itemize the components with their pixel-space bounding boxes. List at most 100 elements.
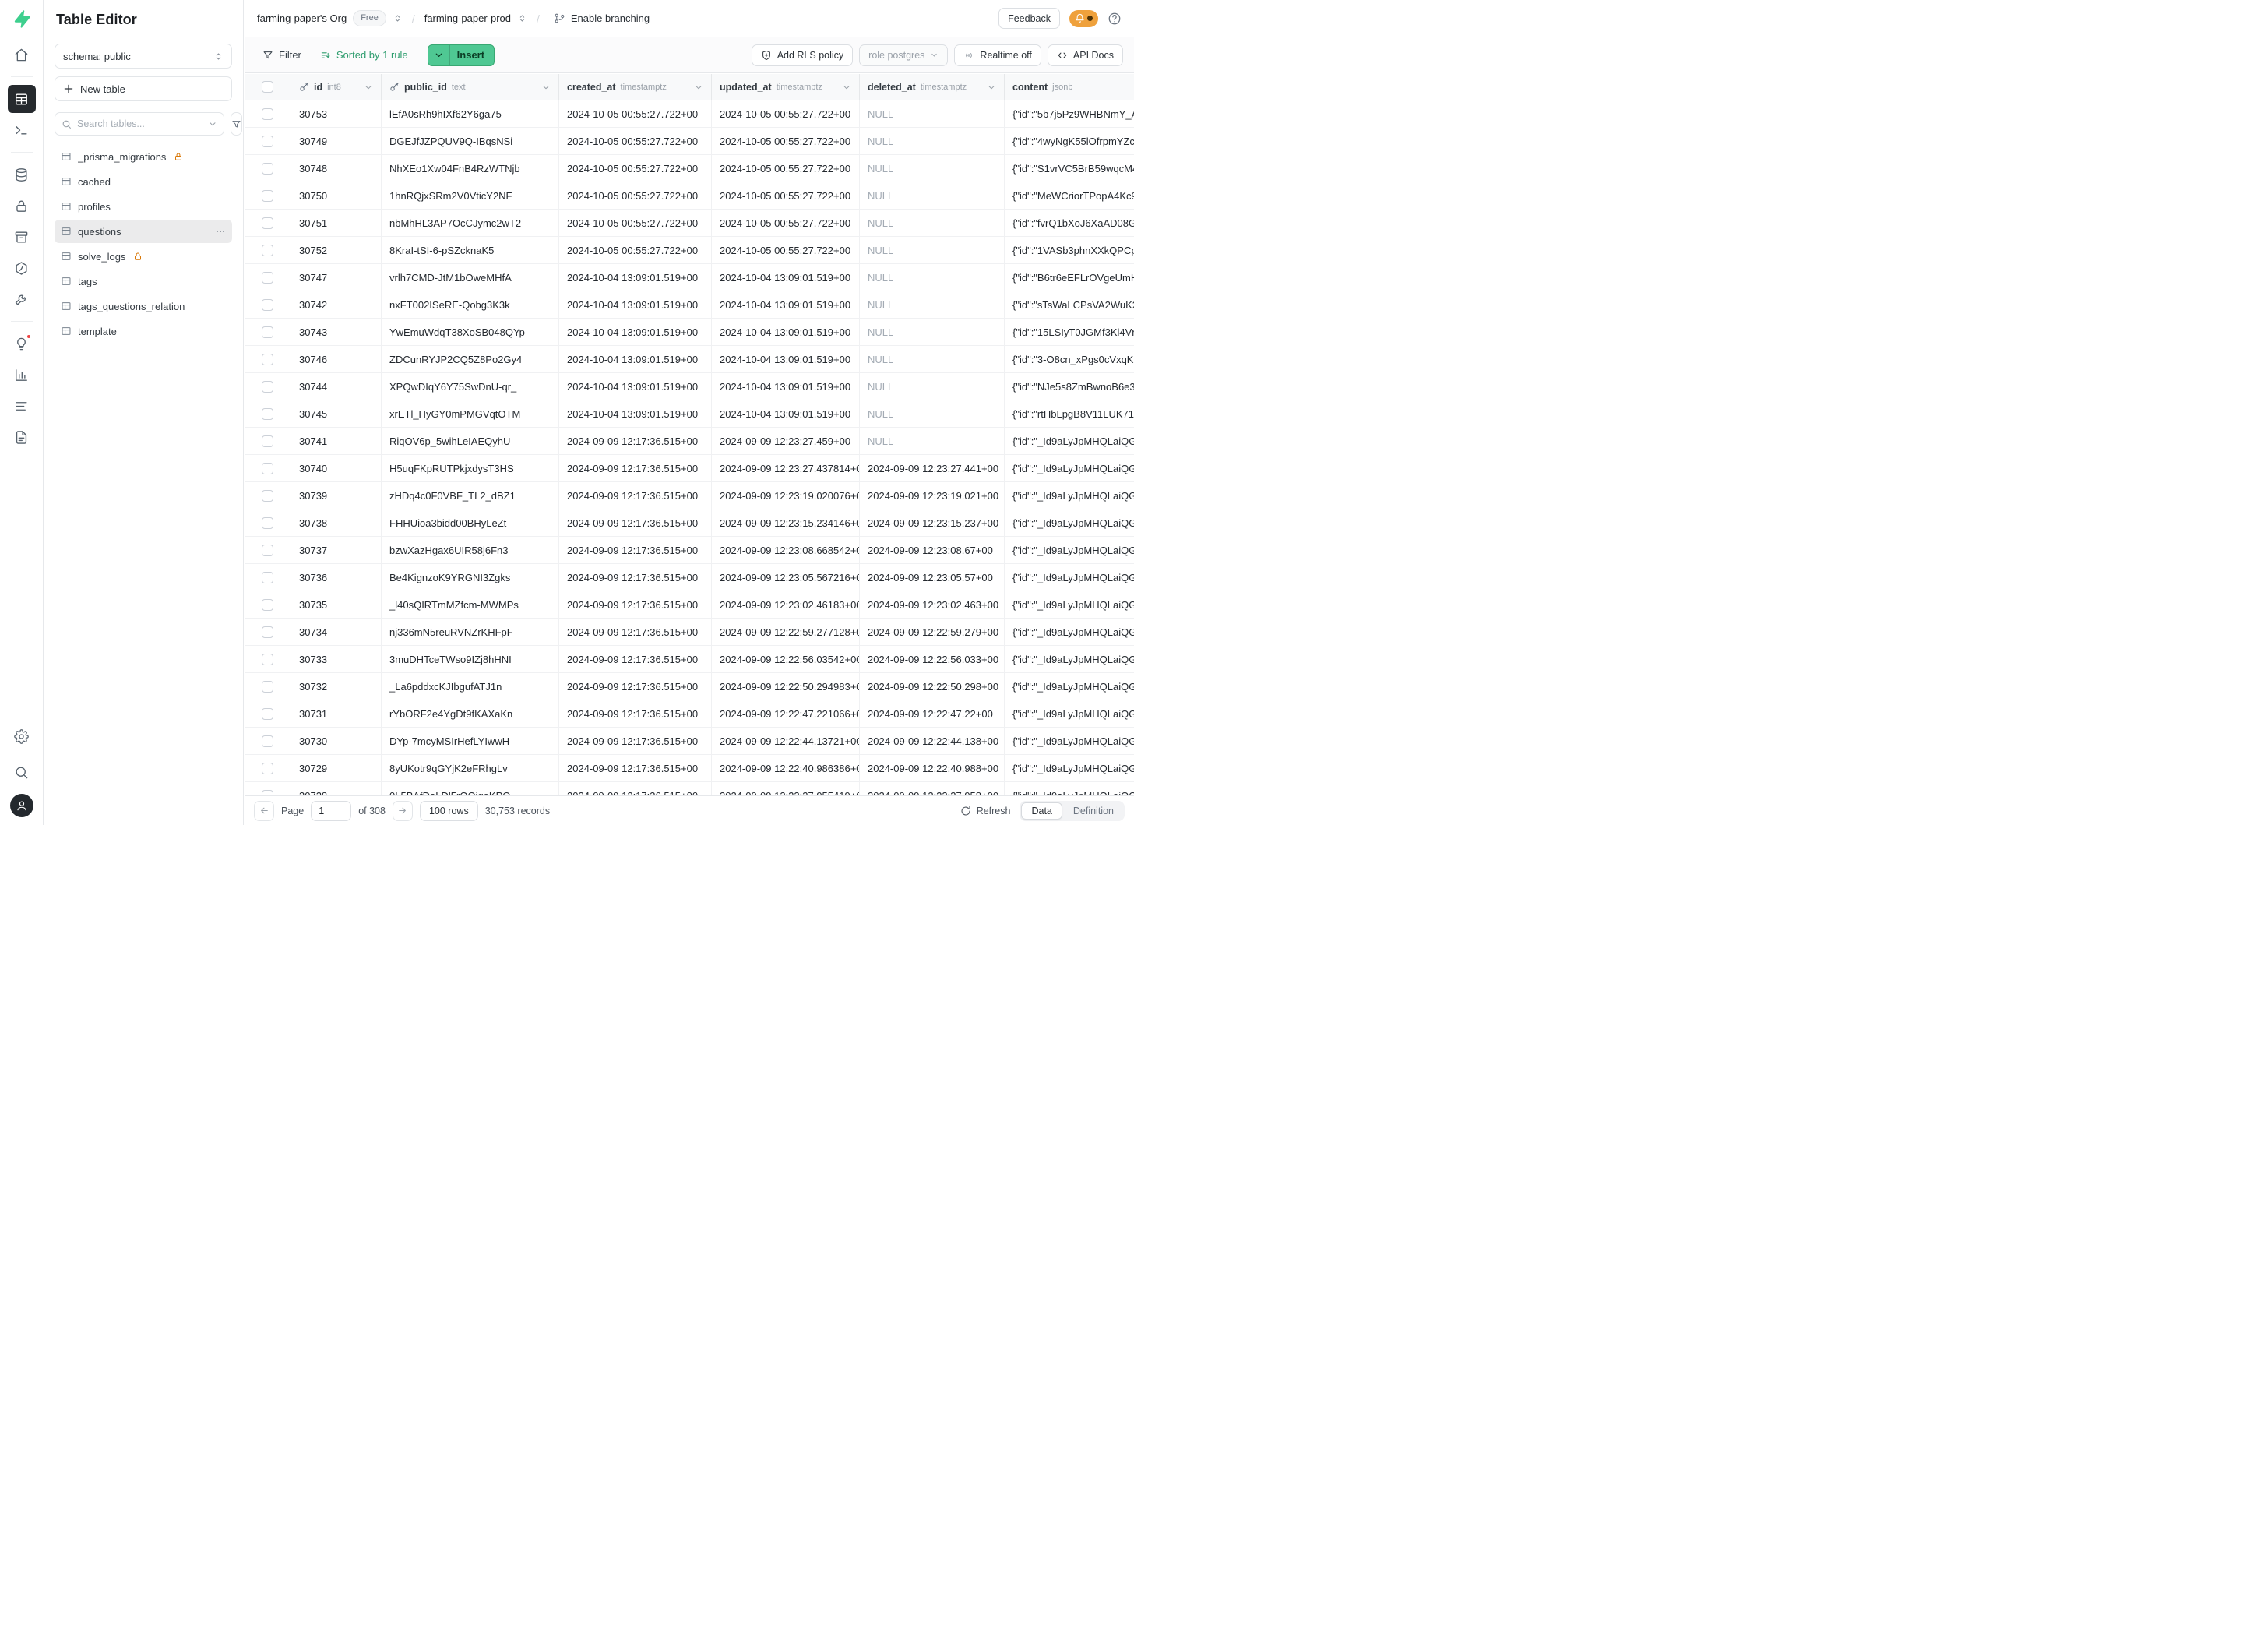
cell-content[interactable]: {"id":"_Id9aLyJpMHQLaiQG (1005, 482, 1134, 509)
cell-created-at[interactable]: 2024-09-09 12:17:36.515+00 (559, 591, 712, 618)
cell-id[interactable]: 30742 (291, 291, 382, 318)
cell-content[interactable]: {"id":"_Id9aLyJpMHQLaiQG (1005, 673, 1134, 700)
cell-created-at[interactable]: 2024-10-05 00:55:27.722+00 (559, 210, 712, 236)
cell-public-id[interactable]: 8yUKotr9qGYjK2eFRhgLv (382, 755, 559, 781)
cell-id[interactable]: 30749 (291, 128, 382, 154)
row-checkbox[interactable] (262, 517, 273, 529)
cell-created-at[interactable]: 2024-09-09 12:17:36.515+00 (559, 782, 712, 795)
table-row[interactable]: 30750 1hnRQjxSRm2V0VticY2NF 2024-10-05 0… (245, 182, 1134, 210)
table-filter-button[interactable] (231, 112, 242, 136)
cell-public-id[interactable]: ZDCunRYJP2CQ5Z8Po2Gy4 (382, 346, 559, 372)
insert-dropdown-toggle[interactable] (428, 45, 450, 65)
cell-public-id[interactable]: zHDq4c0F0VBF_TL2_dBZ1 (382, 482, 559, 509)
row-checkbox[interactable] (262, 490, 273, 502)
cell-content[interactable]: {"id":"15LSIyT0JGMf3Kl4Vn (1005, 319, 1134, 345)
column-header-content[interactable]: content jsonb (1005, 74, 1134, 100)
cell-updated-at[interactable]: 2024-10-05 00:55:27.722+00 (712, 128, 860, 154)
chevron-down-icon[interactable] (987, 83, 996, 92)
cell-updated-at[interactable]: 2024-09-09 12:22:37.955419+00 (712, 782, 860, 795)
cell-public-id[interactable]: 0L5BAfDaLDl5rQOiqeKPO (382, 782, 559, 795)
cell-deleted-at[interactable]: NULL (860, 291, 1005, 318)
cell-id[interactable]: 30729 (291, 755, 382, 781)
sidebar-table-item[interactable]: cached (55, 170, 232, 193)
nav-home[interactable] (8, 41, 36, 69)
cell-created-at[interactable]: 2024-10-05 00:55:27.722+00 (559, 182, 712, 209)
chevron-down-icon[interactable] (208, 119, 217, 129)
cell-deleted-at[interactable]: 2024-09-09 12:22:50.298+00 (860, 673, 1005, 700)
nav-authentication[interactable] (8, 192, 36, 220)
cell-deleted-at[interactable]: 2024-09-09 12:23:02.463+00 (860, 591, 1005, 618)
cell-id[interactable]: 30740 (291, 455, 382, 481)
tab-definition[interactable]: Definition (1064, 803, 1123, 819)
page-number-input[interactable] (311, 801, 351, 821)
row-checkbox[interactable] (262, 136, 273, 147)
previous-page-button[interactable] (254, 801, 274, 821)
row-checkbox[interactable] (262, 545, 273, 556)
select-all-checkbox[interactable] (262, 81, 273, 93)
cell-public-id[interactable]: XPQwDIqY6Y75SwDnU-qr_ (382, 373, 559, 400)
cell-created-at[interactable]: 2024-09-09 12:17:36.515+00 (559, 700, 712, 727)
table-row[interactable]: 30733 3muDHTceTWso9IZj8hHNI 2024-09-09 1… (245, 646, 1134, 673)
cell-created-at[interactable]: 2024-09-09 12:17:36.515+00 (559, 537, 712, 563)
table-row[interactable]: 30735 _l40sQIRTmMZfcm-MWMPs 2024-09-09 1… (245, 591, 1134, 619)
cell-deleted-at[interactable]: NULL (860, 210, 1005, 236)
cell-public-id[interactable]: nbMhHL3AP7OcCJymc2wT2 (382, 210, 559, 236)
cell-id[interactable]: 30743 (291, 319, 382, 345)
cell-updated-at[interactable]: 2024-09-09 12:23:27.437814+00 (712, 455, 860, 481)
cell-content[interactable]: {"id":"_Id9aLyJpMHQLaiQG (1005, 428, 1134, 454)
row-checkbox[interactable] (262, 108, 273, 120)
cell-deleted-at[interactable]: NULL (860, 346, 1005, 372)
column-header-updated-at[interactable]: updated_at timestamptz (712, 74, 860, 100)
cell-public-id[interactable]: DGEJfJZPQUV9Q-IBqsNSi (382, 128, 559, 154)
cell-content[interactable]: {"id":"_Id9aLyJpMHQLaiQG (1005, 782, 1134, 795)
cell-updated-at[interactable]: 2024-10-04 13:09:01.519+00 (712, 264, 860, 291)
cell-id[interactable]: 30737 (291, 537, 382, 563)
cell-content[interactable]: {"id":"_Id9aLyJpMHQLaiQG (1005, 537, 1134, 563)
help-button[interactable] (1108, 12, 1122, 26)
cell-deleted-at[interactable]: NULL (860, 237, 1005, 263)
cell-updated-at[interactable]: 2024-10-04 13:09:01.519+00 (712, 346, 860, 372)
cell-public-id[interactable]: 3muDHTceTWso9IZj8hHNI (382, 646, 559, 672)
table-row[interactable]: 30748 NhXEo1Xw04FnB4RzWTNjb 2024-10-05 0… (245, 155, 1134, 182)
rows-per-page-selector[interactable]: 100 rows (420, 801, 478, 821)
sidebar-table-item[interactable]: solve_logs (55, 245, 232, 268)
table-row[interactable]: 30753 lEfA0sRh9hIXf62Y6ga75 2024-10-05 0… (245, 100, 1134, 128)
cell-updated-at[interactable]: 2024-10-04 13:09:01.519+00 (712, 373, 860, 400)
cell-created-at[interactable]: 2024-10-04 13:09:01.519+00 (559, 346, 712, 372)
cell-content[interactable]: {"id":"4wyNgK55lOfrpmYZc (1005, 128, 1134, 154)
cell-deleted-at[interactable]: NULL (860, 155, 1005, 182)
cell-updated-at[interactable]: 2024-09-09 12:22:47.221066+00 (712, 700, 860, 727)
table-row[interactable]: 30737 bzwXazHgax6UIR58j6Fn3 2024-09-09 1… (245, 537, 1134, 564)
cell-created-at[interactable]: 2024-09-09 12:17:36.515+00 (559, 619, 712, 645)
cell-id[interactable]: 30753 (291, 100, 382, 127)
table-row[interactable]: 30728 0L5BAfDaLDl5rQOiqeKPO 2024-09-09 1… (245, 782, 1134, 795)
cell-content[interactable]: {"id":"1VASb3phnXXkQPCpv (1005, 237, 1134, 263)
cell-id[interactable]: 30746 (291, 346, 382, 372)
cell-id[interactable]: 30738 (291, 509, 382, 536)
cell-content[interactable]: {"id":"_Id9aLyJpMHQLaiQG (1005, 591, 1134, 618)
nav-edge-functions[interactable] (8, 254, 36, 282)
cell-deleted-at[interactable]: NULL (860, 319, 1005, 345)
row-checkbox[interactable] (262, 708, 273, 720)
tab-data[interactable]: Data (1021, 802, 1062, 820)
cell-id[interactable]: 30744 (291, 373, 382, 400)
cell-content[interactable]: {"id":"_Id9aLyJpMHQLaiQG (1005, 564, 1134, 591)
cell-updated-at[interactable]: 2024-09-09 12:22:56.03542+00 (712, 646, 860, 672)
cell-updated-at[interactable]: 2024-10-05 00:55:27.722+00 (712, 100, 860, 127)
cell-deleted-at[interactable]: 2024-09-09 12:23:08.67+00 (860, 537, 1005, 563)
sidebar-table-item[interactable]: questions (55, 220, 232, 243)
filter-button[interactable]: Filter (255, 44, 308, 66)
cell-content[interactable]: {"id":"fvrQ1bXoJ6XaAD08G (1005, 210, 1134, 236)
nav-api-docs[interactable] (8, 423, 36, 451)
cell-deleted-at[interactable]: 2024-09-09 12:22:59.279+00 (860, 619, 1005, 645)
cell-updated-at[interactable]: 2024-10-04 13:09:01.519+00 (712, 319, 860, 345)
cell-id[interactable]: 30748 (291, 155, 382, 182)
cell-updated-at[interactable]: 2024-09-09 12:22:40.986386+00 (712, 755, 860, 781)
cell-content[interactable]: {"id":"_Id9aLyJpMHQLaiQG (1005, 509, 1134, 536)
cell-id[interactable]: 30752 (291, 237, 382, 263)
cell-deleted-at[interactable]: NULL (860, 182, 1005, 209)
cell-updated-at[interactable]: 2024-09-09 12:23:05.567216+00 (712, 564, 860, 591)
nav-reports[interactable] (8, 361, 36, 389)
table-row[interactable]: 30734 nj336mN5reuRVNZrKHFpF 2024-09-09 1… (245, 619, 1134, 646)
cell-deleted-at[interactable]: NULL (860, 428, 1005, 454)
